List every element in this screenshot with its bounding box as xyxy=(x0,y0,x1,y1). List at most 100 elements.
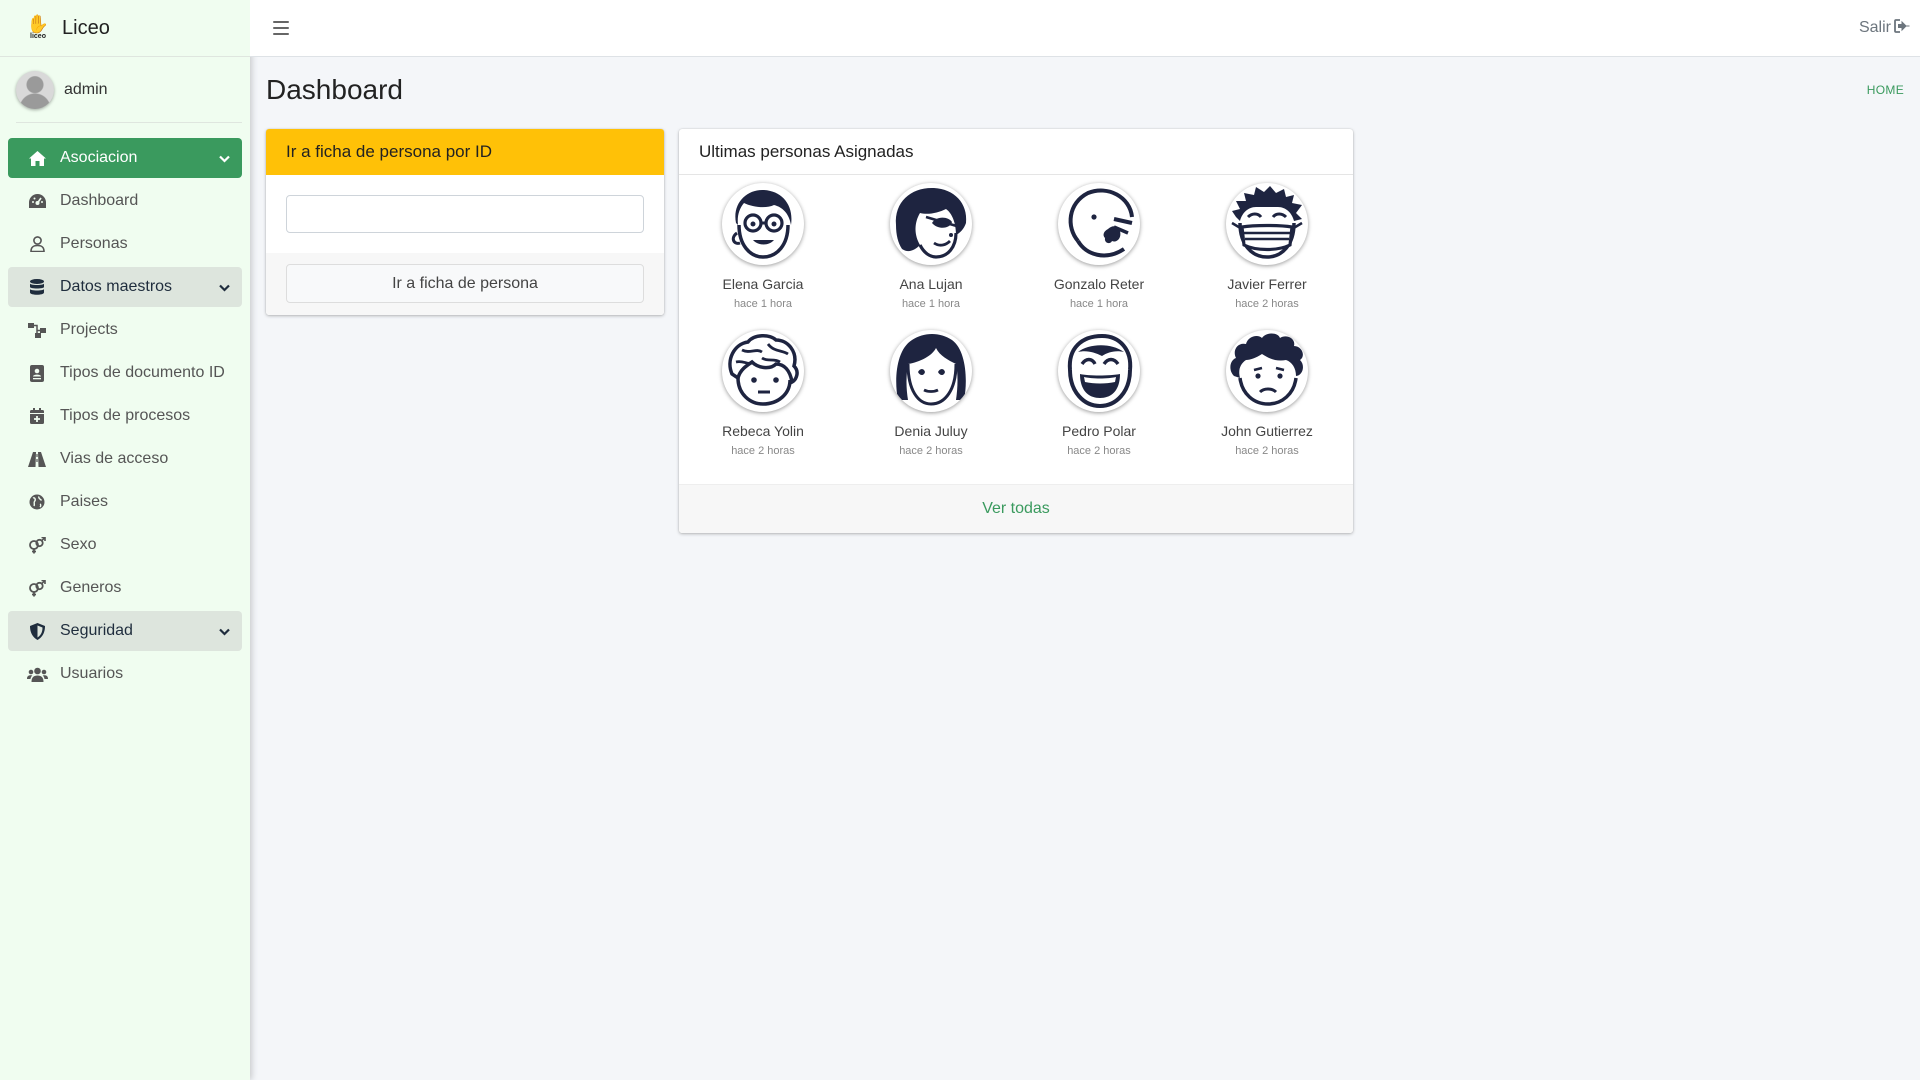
page-title: Dashboard xyxy=(266,74,403,105)
sidebar-item-tipos-documento[interactable]: Tipos de documento ID xyxy=(8,353,242,393)
logo-text: liceo xyxy=(30,33,46,40)
sidebar-nav: Asociacion Dashboard Personas Datos maes… xyxy=(0,138,250,694)
sidebar-item-projects[interactable]: Projects xyxy=(8,310,242,350)
laughing-face-icon xyxy=(1058,330,1140,412)
sidebar-item-label: Personas xyxy=(60,235,128,252)
sidebar-item-tipos-procesos[interactable]: Tipos de procesos xyxy=(8,396,242,436)
sidebar-item-vias-acceso[interactable]: Vias de acceso xyxy=(8,439,242,479)
bald-mustache-face-icon xyxy=(1058,183,1140,265)
curly-sad-face-icon xyxy=(1226,330,1308,412)
latest-people-card: Ultimas personas Asignadas Elena Garcia … xyxy=(679,129,1353,533)
sidebar-item-label: Tipos de procesos xyxy=(60,407,191,424)
person-time: hace 2 horas xyxy=(899,445,963,457)
person-time: hace 1 hora xyxy=(1069,298,1129,310)
person-time: hace 2 horas xyxy=(1067,445,1131,457)
person-id-input[interactable] xyxy=(286,195,644,233)
brand-link[interactable]: ✋ liceo Liceo xyxy=(0,0,250,57)
liceo-logo: ✋ liceo xyxy=(24,10,52,46)
sidebar: ✋ liceo Liceo admin Asociacion Dashboard xyxy=(0,0,250,1080)
sidebar-item-label: Seguridad xyxy=(60,622,133,639)
database-icon xyxy=(26,279,48,295)
sidebar-item-label: Projects xyxy=(60,321,118,338)
people-card-footer: Ver todas xyxy=(679,484,1353,533)
search-by-id-card: Ir a ficha de persona por ID Ir a ficha … xyxy=(266,129,664,315)
breadcrumb-home[interactable]: HOME xyxy=(1867,83,1904,97)
sidebar-item-generos[interactable]: Generos xyxy=(8,568,242,608)
sidebar-item-label: Sexo xyxy=(60,536,97,553)
person-card[interactable]: Pedro Polar hace 2 horas xyxy=(1015,330,1183,477)
sidebar-item-datos-maestros[interactable]: Datos maestros xyxy=(8,267,242,307)
hand-icon: ✋ xyxy=(26,14,50,34)
person-card[interactable]: Javier Ferrer hace 2 horas xyxy=(1183,183,1351,330)
sidebar-item-label: Usuarios xyxy=(60,665,124,682)
person-time: hace 2 horas xyxy=(1235,298,1299,310)
sidebar-item-paises[interactable]: Paises xyxy=(8,482,242,522)
gauge-icon xyxy=(26,194,48,208)
home-icon xyxy=(26,150,48,166)
venus-mars-icon xyxy=(26,579,48,597)
calendar-plus-icon xyxy=(26,408,48,424)
person-name: Rebeca Yolin xyxy=(722,423,804,439)
sidebar-item-label: Tipos de documento ID xyxy=(60,364,225,381)
globe-icon xyxy=(26,494,48,510)
road-icon xyxy=(26,451,48,467)
sidebar-item-dashboard[interactable]: Dashboard xyxy=(8,181,242,221)
person-card[interactable]: Ana Lujan hace 1 hora xyxy=(847,183,1015,330)
user-icon xyxy=(26,236,48,252)
sidebar-item-sexo[interactable]: Sexo xyxy=(8,525,242,565)
person-card[interactable]: Gonzalo Reter hace 1 hora xyxy=(1015,183,1183,330)
person-name: Ana Lujan xyxy=(899,276,963,292)
shield-icon xyxy=(26,622,48,640)
people-card-title: Ultimas personas Asignadas xyxy=(679,129,1353,175)
person-name: Gonzalo Reter xyxy=(1053,276,1145,292)
search-card-title: Ir a ficha de persona por ID xyxy=(266,129,664,175)
people-grid: Elena Garcia hace 1 hora Ana Lujan hace … xyxy=(679,175,1353,477)
person-name: John Gutierrez xyxy=(1221,423,1313,439)
logout-label: Salir xyxy=(1858,19,1891,36)
avatar xyxy=(16,70,54,109)
person-time: hace 1 hora xyxy=(733,298,793,310)
person-time: hace 2 horas xyxy=(1235,445,1299,457)
content-header: Dashboard HOME xyxy=(266,68,1904,112)
messy-hair-face-icon xyxy=(722,330,804,412)
hamburger-menu-icon[interactable] xyxy=(273,21,289,35)
venus-mars-icon xyxy=(26,536,48,554)
person-name: Elena Garcia xyxy=(722,276,804,292)
go-to-person-button[interactable]: Ir a ficha de persona xyxy=(286,264,644,303)
chevron-down-icon xyxy=(219,150,230,166)
id-card-icon xyxy=(26,364,48,382)
sidebar-item-usuarios[interactable]: Usuarios xyxy=(8,654,242,694)
sidebar-item-seguridad[interactable]: Seguridad xyxy=(8,611,242,651)
chevron-down-icon xyxy=(219,279,230,295)
eyepatch-face-icon xyxy=(890,183,972,265)
person-time: hace 1 hora xyxy=(901,298,961,310)
search-card-footer: Ir a ficha de persona xyxy=(266,253,664,315)
logout-button[interactable]: Salir xyxy=(1858,18,1910,38)
person-card[interactable]: Elena Garcia hace 1 hora xyxy=(679,183,847,330)
top-navbar: Salir xyxy=(250,0,1920,57)
person-card[interactable]: Rebeca Yolin hace 2 horas xyxy=(679,330,847,477)
user-name[interactable]: admin xyxy=(64,81,108,99)
long-hair-face-icon xyxy=(890,330,972,412)
chevron-down-icon xyxy=(219,623,230,639)
person-name: Denia Juluy xyxy=(894,423,968,439)
brand-title: Liceo xyxy=(62,16,110,39)
sign-out-icon xyxy=(1894,18,1910,38)
sidebar-item-label: Asociacion xyxy=(60,149,138,166)
person-name: Javier Ferrer xyxy=(1227,276,1307,292)
users-icon xyxy=(26,667,48,682)
sidebar-item-personas[interactable]: Personas xyxy=(8,224,242,264)
glasses-face-icon xyxy=(722,183,804,265)
sidebar-item-label: Generos xyxy=(60,579,122,596)
person-name: Pedro Polar xyxy=(1062,423,1136,439)
sidebar-item-label: Vias de acceso xyxy=(60,450,169,467)
user-panel[interactable]: admin xyxy=(16,57,242,123)
mask-face-icon xyxy=(1226,183,1308,265)
see-all-link[interactable]: Ver todas xyxy=(982,500,1050,518)
person-card[interactable]: Denia Juluy hace 2 horas xyxy=(847,330,1015,477)
sitemap-icon xyxy=(26,322,48,338)
person-time: hace 2 horas xyxy=(731,445,795,457)
sidebar-item-asociacion[interactable]: Asociacion xyxy=(8,138,242,178)
sidebar-item-label: Paises xyxy=(60,493,109,510)
person-card[interactable]: John Gutierrez hace 2 horas xyxy=(1183,330,1351,477)
